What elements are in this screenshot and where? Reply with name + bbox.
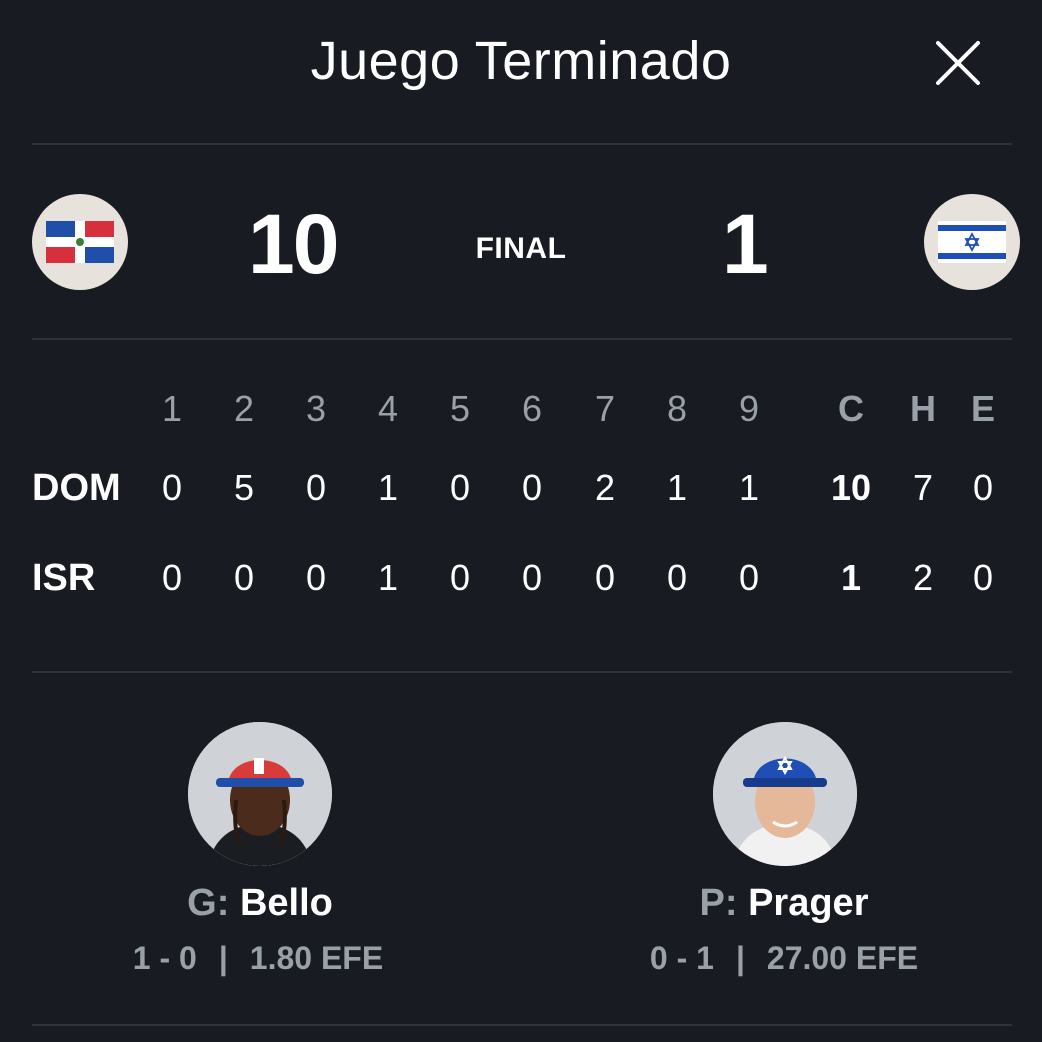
player-headshot-icon bbox=[713, 722, 857, 866]
inning-runs: 0 bbox=[666, 557, 688, 598]
inning-runs: 5 bbox=[233, 467, 255, 508]
inning-runs: 0 bbox=[161, 557, 183, 598]
inning-runs: 0 bbox=[233, 557, 255, 598]
runs-header: C bbox=[838, 388, 864, 429]
away-score: 1 bbox=[722, 197, 769, 291]
winning-pitcher-label: Bello bbox=[239, 882, 333, 924]
losing-pitcher-stats: 0 - 1 | 27.00 EFE bbox=[584, 940, 984, 977]
losing-pitcher-name[interactable]: P: Prager bbox=[584, 882, 984, 925]
inning-header: 9 bbox=[738, 388, 760, 429]
inning-header: 5 bbox=[449, 388, 471, 429]
inning-header: 2 bbox=[233, 388, 255, 429]
page-title: Juego Terminado bbox=[310, 31, 732, 91]
winning-pitcher-stats: 1 - 0 | 1.80 EFE bbox=[58, 940, 458, 977]
total-hits: 7 bbox=[912, 467, 934, 508]
away-team-flag[interactable] bbox=[924, 194, 1020, 290]
losing-pitcher-era: 27.00 EFE bbox=[766, 940, 919, 976]
losing-pitcher-avatar[interactable] bbox=[713, 722, 857, 866]
winning-pitcher-name[interactable]: G: Bello bbox=[60, 882, 460, 925]
player-headshot-icon bbox=[188, 722, 332, 866]
errors-header: E bbox=[970, 388, 995, 429]
team-abbr: DOM bbox=[32, 467, 121, 509]
divider bbox=[32, 1024, 1012, 1026]
inning-header: 6 bbox=[521, 388, 543, 429]
total-hits: 2 bbox=[912, 557, 934, 598]
close-icon bbox=[936, 41, 980, 85]
inning-header: 4 bbox=[377, 388, 399, 429]
stat-separator: | bbox=[735, 940, 745, 976]
inning-runs: 1 bbox=[377, 467, 399, 508]
game-final-screen: Juego Terminado 10 FINAL 1 1 2 3 4 5 6 7… bbox=[0, 0, 1042, 1042]
total-errors: 0 bbox=[972, 467, 994, 508]
game-status: FINAL bbox=[475, 232, 567, 265]
inning-runs: 0 bbox=[305, 467, 327, 508]
inning-runs: 0 bbox=[521, 467, 543, 508]
inning-header: 1 bbox=[161, 388, 183, 429]
team-abbr: ISR bbox=[32, 557, 96, 599]
inning-header: 3 bbox=[305, 388, 327, 429]
divider bbox=[32, 671, 1012, 673]
inning-runs: 0 bbox=[305, 557, 327, 598]
inning-runs: 0 bbox=[594, 557, 616, 598]
hits-header: H bbox=[910, 388, 936, 429]
winning-pitcher-record: 1 - 0 bbox=[132, 940, 197, 976]
losing-pitcher-label: Prager bbox=[748, 882, 869, 924]
total-runs: 1 bbox=[840, 557, 862, 598]
stat-separator: | bbox=[218, 940, 228, 976]
inning-runs: 0 bbox=[449, 557, 471, 598]
close-button[interactable] bbox=[930, 35, 986, 91]
inning-runs: 0 bbox=[738, 557, 760, 598]
winning-pitcher-avatar[interactable] bbox=[188, 722, 332, 866]
inning-runs: 2 bbox=[594, 467, 616, 508]
winning-pitcher-era: 1.80 EFE bbox=[249, 940, 384, 976]
divider bbox=[32, 143, 1012, 145]
inning-header: 8 bbox=[666, 388, 688, 429]
winning-pitcher-prefix: G: bbox=[187, 882, 230, 924]
losing-pitcher-record: 0 - 1 bbox=[649, 940, 714, 976]
inning-header: 7 bbox=[594, 388, 616, 429]
inning-runs: 0 bbox=[449, 467, 471, 508]
inning-runs: 0 bbox=[521, 557, 543, 598]
inning-runs: 1 bbox=[377, 557, 399, 598]
israel-flag-icon bbox=[938, 221, 1006, 263]
total-errors: 0 bbox=[972, 557, 994, 598]
inning-runs: 1 bbox=[738, 467, 760, 508]
losing-pitcher-prefix: P: bbox=[699, 882, 738, 924]
inning-runs: 1 bbox=[666, 467, 688, 508]
divider bbox=[32, 338, 1012, 340]
inning-runs: 0 bbox=[161, 467, 183, 508]
total-runs: 10 bbox=[830, 467, 872, 508]
